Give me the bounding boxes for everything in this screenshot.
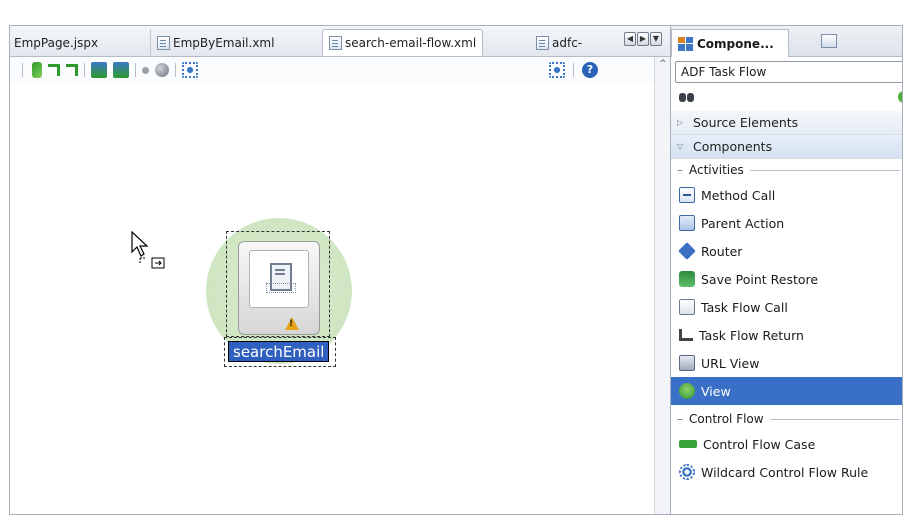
wildcard-rule-icon xyxy=(679,464,695,480)
item-label: View xyxy=(701,383,731,399)
palette-item-task-flow-call[interactable]: Task Flow Call xyxy=(671,293,902,321)
item-label: Save Point Restore xyxy=(701,271,819,287)
palette-item-router[interactable]: Router xyxy=(671,237,902,265)
toolbar-separator xyxy=(573,63,574,77)
group-control-flow-header[interactable]: – Control Flow xyxy=(671,408,902,430)
layout-flow-icon[interactable] xyxy=(91,62,107,78)
view-icon xyxy=(679,383,695,399)
tab-label: adfc- xyxy=(552,35,583,50)
item-label: Task Flow Return xyxy=(699,327,804,343)
palette-item-save-point-restore[interactable]: Save Point Restore xyxy=(671,265,902,293)
expand-triangle-icon: ▷ xyxy=(677,117,684,127)
toolbar-separator xyxy=(135,63,136,77)
section-source-elements[interactable]: ▷ Source Elements xyxy=(671,111,902,135)
palette-icon xyxy=(678,36,693,51)
network-icon[interactable] xyxy=(182,62,198,78)
help-icon[interactable]: ? xyxy=(582,62,598,78)
method-call-icon xyxy=(679,187,695,203)
section-label: Components xyxy=(693,138,773,154)
scroll-tabs-left-button[interactable]: ◀ xyxy=(624,32,636,46)
item-label: Wildcard Control Flow Rule xyxy=(701,464,869,480)
tab-search-email-flow[interactable]: search-email-flow.xml xyxy=(322,29,484,56)
vertical-scrollbar[interactable]: ^ xyxy=(654,57,670,514)
group-toggle-icon: – xyxy=(677,412,683,426)
config-file-icon xyxy=(536,35,549,50)
layout-vertical-icon[interactable] xyxy=(113,62,129,78)
palette-item-view[interactable]: View xyxy=(671,377,902,405)
tab-label: search-email-flow.xml xyxy=(345,35,477,50)
save-point-restore-icon xyxy=(679,271,695,287)
scroll-tabs-right-button[interactable]: ▶ xyxy=(637,32,649,46)
palette-item-method-call[interactable]: Method Call xyxy=(671,181,902,209)
tab-label: EmpByEmail.xml xyxy=(173,35,275,50)
group-label: Activities xyxy=(689,163,744,177)
warning-icon: ! xyxy=(285,317,299,330)
orthogonal-connector-icon[interactable] xyxy=(66,64,78,76)
scroll-up-icon[interactable]: ^ xyxy=(655,57,671,71)
tab-emppage[interactable]: EmpPage.jspx xyxy=(10,29,104,56)
component-palette: Compone... ADF Task Flow ▷ Source Elemen… xyxy=(670,26,902,514)
binoculars-icon[interactable] xyxy=(679,91,695,103)
group-activities-header[interactable]: – Activities xyxy=(671,159,902,181)
toolbar-separator xyxy=(175,63,176,77)
item-label: Control Flow Case xyxy=(703,436,816,452)
tab-list-menu-button[interactable]: ▼ xyxy=(650,32,662,46)
item-label: URL View xyxy=(701,355,760,371)
view-activity-node[interactable]: ! xyxy=(238,241,320,335)
item-label: Task Flow Call xyxy=(701,299,788,315)
palette-search-bar xyxy=(671,83,902,111)
palette-item-url-view[interactable]: URL View xyxy=(671,349,902,377)
node-icon[interactable] xyxy=(155,63,169,77)
ide-window: EmpPage.jspx EmpByEmail.xml search-email… xyxy=(9,25,903,515)
task-flow-call-icon xyxy=(679,299,695,315)
section-label: Source Elements xyxy=(693,114,799,130)
item-label: Parent Action xyxy=(701,215,785,231)
node-body xyxy=(249,250,309,308)
toolbar-separator xyxy=(84,63,85,77)
item-label: Method Call xyxy=(701,187,776,203)
tab-adfc[interactable]: adfc- xyxy=(530,29,588,56)
pen-tool-icon[interactable] xyxy=(32,62,42,78)
palette-item-control-flow-case[interactable]: Control Flow Case xyxy=(671,430,902,458)
drag-copy-cursor-icon xyxy=(131,230,165,269)
search-go-icon[interactable] xyxy=(898,91,902,103)
activity-name-editor[interactable]: searchEmail xyxy=(228,341,330,362)
tab-label: EmpPage.jspx xyxy=(14,35,99,50)
tab-empbyemail[interactable]: EmpByEmail.xml xyxy=(150,29,280,56)
section-components[interactable]: ▽ Components xyxy=(671,135,902,159)
palette-item-wildcard-rule[interactable]: Wildcard Control Flow Rule xyxy=(671,458,902,486)
palette-item-task-flow-return[interactable]: Task Flow Return xyxy=(671,321,902,349)
task-flow-return-icon xyxy=(679,329,693,341)
parent-action-icon xyxy=(679,215,695,231)
library-select[interactable]: ADF Task Flow xyxy=(675,61,902,83)
control-flow-case-icon xyxy=(679,440,697,448)
resource-palette-tab-icon[interactable] xyxy=(821,34,837,48)
xml-file-icon xyxy=(157,35,170,50)
router-icon xyxy=(678,242,696,260)
palette-item-parent-action[interactable]: Parent Action xyxy=(671,209,902,237)
editor-tab-bar: EmpPage.jspx EmpByEmail.xml search-email… xyxy=(10,26,670,57)
view-page-icon xyxy=(266,263,296,293)
tab-component-palette[interactable]: Compone... xyxy=(671,29,789,57)
url-view-icon xyxy=(679,355,695,371)
palette-tab-bar: Compone... xyxy=(671,26,902,57)
group-label: Control Flow xyxy=(689,412,764,426)
item-label: Router xyxy=(701,243,743,259)
grid-layout-icon[interactable] xyxy=(549,62,565,78)
connector-tool-icon[interactable] xyxy=(48,64,60,76)
toolbar-separator xyxy=(22,63,23,77)
editor-pane: EmpPage.jspx EmpByEmail.xml search-email… xyxy=(10,26,670,514)
toolbar-right-group: ? xyxy=(549,62,598,78)
small-dot-icon[interactable] xyxy=(142,66,149,74)
task-flow-file-icon xyxy=(329,35,342,50)
warning-mark: ! xyxy=(289,319,294,329)
tab-label: Compone... xyxy=(697,36,774,51)
diagram-canvas[interactable]: ! searchEmail xyxy=(10,83,654,514)
group-toggle-icon: – xyxy=(677,163,683,177)
tab-navigation: ◀ ▶ ▼ xyxy=(624,32,662,46)
group-divider xyxy=(769,418,900,420)
collapse-triangle-icon: ▽ xyxy=(677,141,684,151)
group-divider xyxy=(749,169,900,171)
